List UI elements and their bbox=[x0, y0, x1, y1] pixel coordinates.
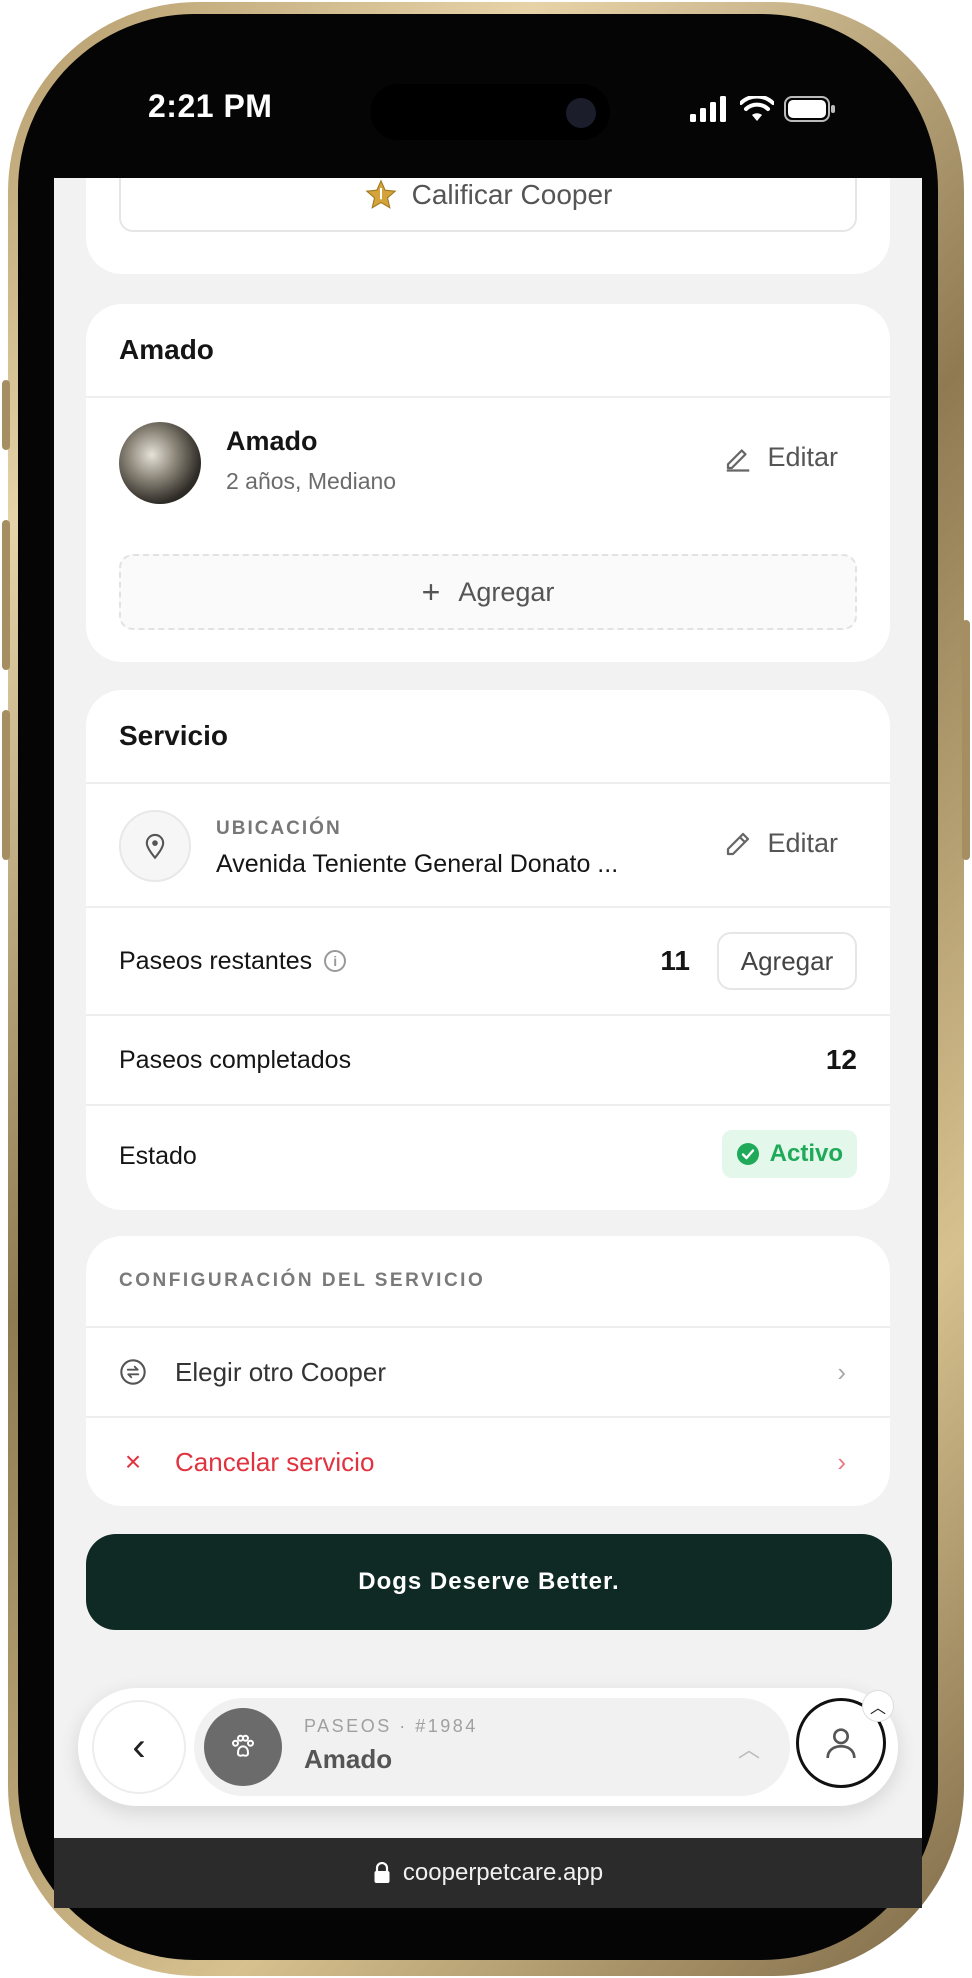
rate-cooper-button[interactable]: Calificar Cooper bbox=[119, 178, 857, 232]
close-icon: × bbox=[124, 1446, 142, 1477]
edit-location-label: Editar bbox=[767, 828, 838, 858]
cancel-service-label: Cancelar servicio bbox=[175, 1446, 375, 1477]
power-button bbox=[962, 620, 970, 860]
chevron-up-icon: ︿ bbox=[737, 1737, 760, 1762]
status-value: Activo bbox=[769, 1140, 843, 1167]
slogan-text: Dogs Deserve Better. bbox=[358, 1568, 620, 1595]
side-button bbox=[2, 380, 10, 450]
status-badge: Activo bbox=[721, 1130, 857, 1178]
info-icon[interactable]: i bbox=[324, 950, 347, 972]
edit-pet-label: Editar bbox=[767, 442, 838, 472]
remaining-walks-value: 11 bbox=[660, 945, 690, 976]
pencil-icon bbox=[727, 448, 750, 472]
location-icon-wrap bbox=[119, 810, 191, 882]
rate-cooper-label: Calificar Cooper bbox=[411, 179, 613, 210]
star-icon bbox=[365, 179, 397, 209]
config-card: CONFIGURACIÓN DEL SERVICIO Elegir otro C… bbox=[86, 1236, 890, 1506]
chevron-right-icon: › bbox=[837, 1446, 846, 1477]
paw-icon bbox=[232, 1734, 254, 1757]
wifi-icon bbox=[740, 96, 774, 121]
completed-walks-row: Paseos completados 12 bbox=[86, 1016, 890, 1106]
volume-up-button bbox=[2, 520, 10, 670]
cancel-service-item[interactable]: × Cancelar servicio › bbox=[86, 1418, 890, 1506]
pet-name: Amado bbox=[226, 426, 318, 456]
status-icons bbox=[690, 96, 836, 122]
pencil-icon bbox=[727, 832, 750, 855]
pet-card: Amado Amado 2 años, Mediano Editar + Agr… bbox=[86, 304, 890, 662]
camera-icon bbox=[566, 98, 596, 128]
location-label: UBICACIÓN bbox=[216, 818, 342, 839]
remaining-walks-row: Paseos restantes i 11 Agregar bbox=[86, 908, 890, 1016]
location-row: UBICACIÓN Avenida Teniente General Donat… bbox=[86, 784, 890, 908]
url-text: cooperpetcare.app bbox=[402, 1859, 604, 1886]
app-screen: Calificar Cooper Amado Amado 2 años, Med… bbox=[54, 178, 922, 1838]
edit-pet-button[interactable]: Editar bbox=[723, 442, 838, 473]
signal-icon bbox=[690, 96, 726, 122]
lock-icon bbox=[374, 1862, 390, 1883]
chevron-left-icon: ‹ bbox=[132, 1725, 146, 1769]
walk-title: Amado bbox=[304, 1744, 393, 1774]
current-walk-pill[interactable]: PASEOS · #1984 Amado ︿ bbox=[194, 1698, 790, 1796]
map-pin-icon bbox=[145, 833, 165, 860]
avatar bbox=[119, 422, 201, 504]
rate-card: Calificar Cooper bbox=[86, 178, 890, 274]
browser-url-bar[interactable]: cooperpetcare.app bbox=[54, 1838, 922, 1908]
service-card-title: Servicio bbox=[86, 690, 890, 784]
swap-icon bbox=[120, 1359, 146, 1385]
back-button[interactable]: ‹ bbox=[92, 1700, 186, 1794]
slogan-banner[interactable]: Dogs Deserve Better. bbox=[86, 1534, 892, 1630]
service-card: Servicio UBICACIÓN Avenida Teniente Gene… bbox=[86, 690, 890, 1210]
choose-other-cooper-label: Elegir otro Cooper bbox=[175, 1356, 386, 1387]
battery-icon bbox=[784, 96, 835, 122]
expand-badge[interactable]: ︿ bbox=[862, 1690, 894, 1722]
completed-walks-label: Paseos completados bbox=[119, 1045, 352, 1074]
remaining-walks-label: Paseos restantes bbox=[119, 946, 313, 975]
add-pet-button[interactable]: + Agregar bbox=[119, 554, 857, 630]
pet-row: Amado 2 años, Mediano Editar bbox=[86, 398, 890, 528]
pet-details: 2 años, Mediano bbox=[226, 468, 397, 494]
status-time: 2:21 PM bbox=[148, 88, 273, 124]
chevron-up-small-icon: ︿ bbox=[869, 1700, 886, 1717]
config-card-title: CONFIGURACIÓN DEL SERVICIO bbox=[86, 1236, 890, 1328]
paw-avatar bbox=[204, 1708, 282, 1786]
add-pet-label: Agregar bbox=[458, 576, 555, 607]
completed-walks-value: 12 bbox=[825, 1044, 857, 1075]
status-label: Estado bbox=[119, 1141, 197, 1170]
bottom-nav: ‹ PASEOS · #1984 Amado ︿ ︿ bbox=[78, 1688, 898, 1806]
add-walks-label: Agregar bbox=[740, 945, 834, 976]
add-walks-button[interactable]: Agregar bbox=[717, 932, 857, 990]
check-circle-icon bbox=[736, 1143, 759, 1165]
chevron-right-icon: › bbox=[837, 1356, 846, 1387]
location-value: Avenida Teniente General Donato ... bbox=[216, 850, 619, 878]
pet-card-title: Amado bbox=[86, 304, 890, 398]
plus-icon: + bbox=[421, 574, 441, 610]
status-row: Estado Activo bbox=[86, 1106, 890, 1206]
choose-other-cooper-item[interactable]: Elegir otro Cooper › bbox=[86, 1328, 890, 1418]
walk-subtitle: PASEOS · #1984 bbox=[304, 1716, 478, 1736]
edit-location-button[interactable]: Editar bbox=[723, 828, 838, 859]
volume-down-button bbox=[2, 710, 10, 860]
user-icon bbox=[826, 1728, 856, 1759]
